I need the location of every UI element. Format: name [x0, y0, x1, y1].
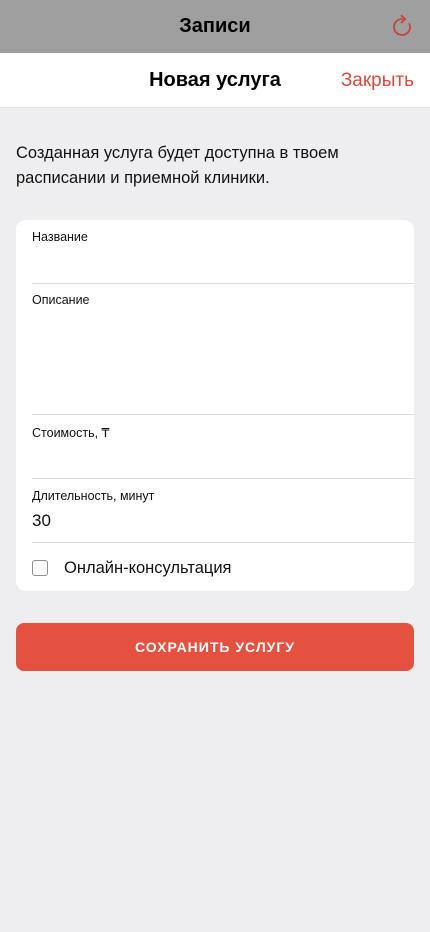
name-input[interactable] — [32, 252, 398, 276]
top-bar-title: Записи — [179, 15, 251, 37]
name-field[interactable]: Название — [32, 220, 414, 283]
price-field[interactable]: Стоимость, ₸ — [32, 415, 414, 478]
price-label: Стоимость, ₸ — [32, 426, 110, 440]
app-screen: Записи Новая услуга Закрыть Созданная ус… — [0, 0, 430, 932]
top-bar: Записи — [0, 0, 430, 53]
duration-field[interactable]: Длительность, минут — [32, 479, 414, 542]
sheet-header: Новая услуга Закрыть — [0, 53, 430, 108]
save-button-label: СОХРАНИТЬ УСЛУГУ — [135, 639, 295, 655]
duration-input[interactable] — [32, 509, 398, 533]
close-button[interactable]: Закрыть — [341, 70, 414, 92]
duration-label: Длительность, минут — [32, 489, 155, 503]
description-label: Описание — [32, 293, 90, 307]
refresh-icon[interactable] — [390, 14, 414, 40]
online-checkbox[interactable] — [32, 560, 48, 576]
service-form: Название Описание Стоимость, ₸ Длительно… — [16, 220, 414, 591]
divider — [32, 542, 414, 543]
description-input[interactable] — [32, 314, 398, 406]
description-field[interactable]: Описание — [32, 284, 414, 414]
online-consultation-toggle[interactable]: Онлайн-консультация — [32, 556, 414, 580]
name-label: Название — [32, 230, 88, 244]
save-service-button[interactable]: СОХРАНИТЬ УСЛУГУ — [16, 623, 414, 671]
intro-text: Созданная услуга будет доступна в твоем … — [16, 144, 339, 187]
online-label: Онлайн-консультация — [64, 558, 232, 577]
price-input[interactable] — [32, 447, 398, 471]
